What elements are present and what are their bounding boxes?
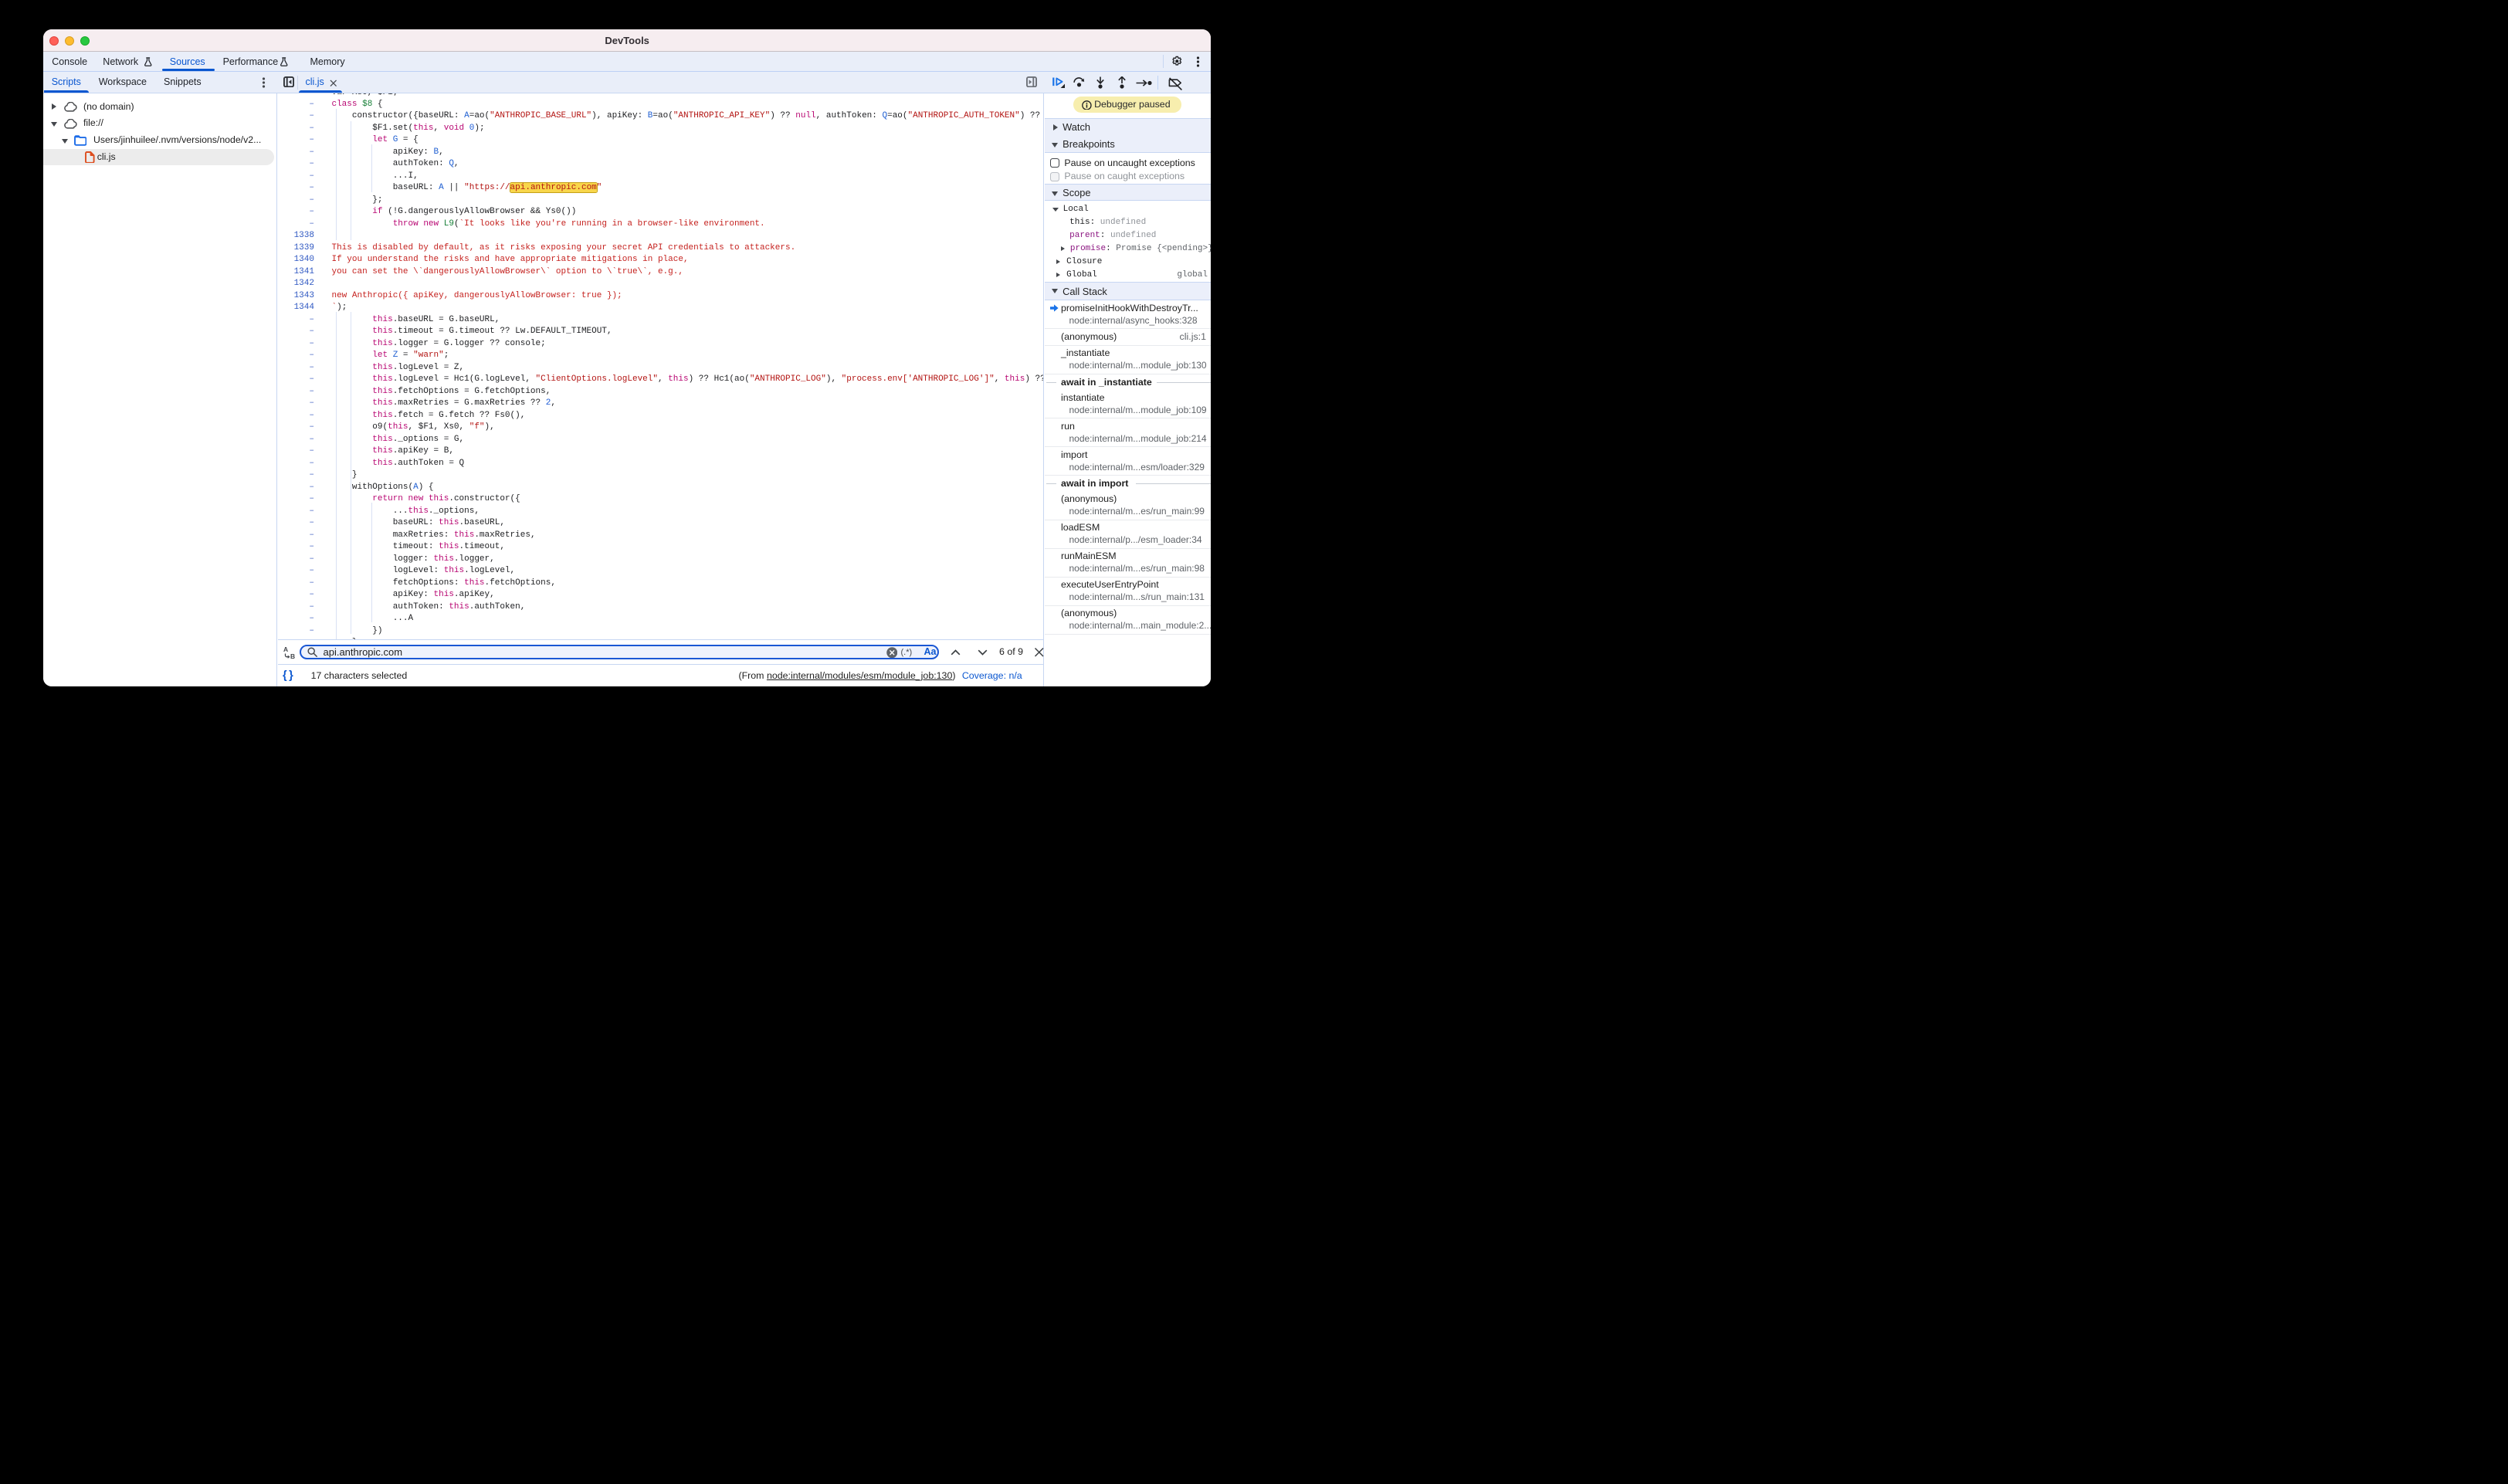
svg-text:B: B	[290, 652, 295, 659]
svg-text:A: A	[283, 645, 288, 653]
